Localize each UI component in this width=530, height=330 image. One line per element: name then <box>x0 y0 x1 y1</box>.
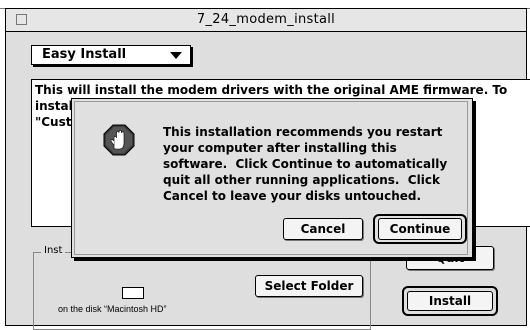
install-location-group: Inst on the disk “Macintosh HD” Select F… <box>33 245 371 330</box>
continue-default-ring: Continue <box>373 214 467 244</box>
cancel-button[interactable]: Cancel <box>283 218 363 240</box>
stop-hand-icon <box>103 124 135 156</box>
install-type-label: Easy Install <box>42 47 127 62</box>
window-title: 7_24_modem_install <box>196 12 336 27</box>
install-default-ring: Install <box>402 286 498 316</box>
disk-icon <box>122 287 144 299</box>
continue-button[interactable]: Continue <box>378 218 462 240</box>
popup-arrow-icon <box>170 52 182 59</box>
alert-dialog: This installation recommends you restart… <box>71 98 473 258</box>
alert-message: This installation recommends you restart… <box>163 125 448 203</box>
title-bar[interactable]: 7_24_modem_install <box>6 9 526 32</box>
select-folder-button[interactable]: Select Folder <box>255 275 363 297</box>
alert-inner-frame: This installation recommends you restart… <box>74 101 468 255</box>
install-type-popup[interactable]: Easy Install <box>31 45 191 65</box>
disk-caption: on the disk “Macintosh HD” <box>58 304 167 314</box>
install-location-label: Inst <box>41 245 66 256</box>
install-button[interactable]: Install <box>407 291 493 311</box>
